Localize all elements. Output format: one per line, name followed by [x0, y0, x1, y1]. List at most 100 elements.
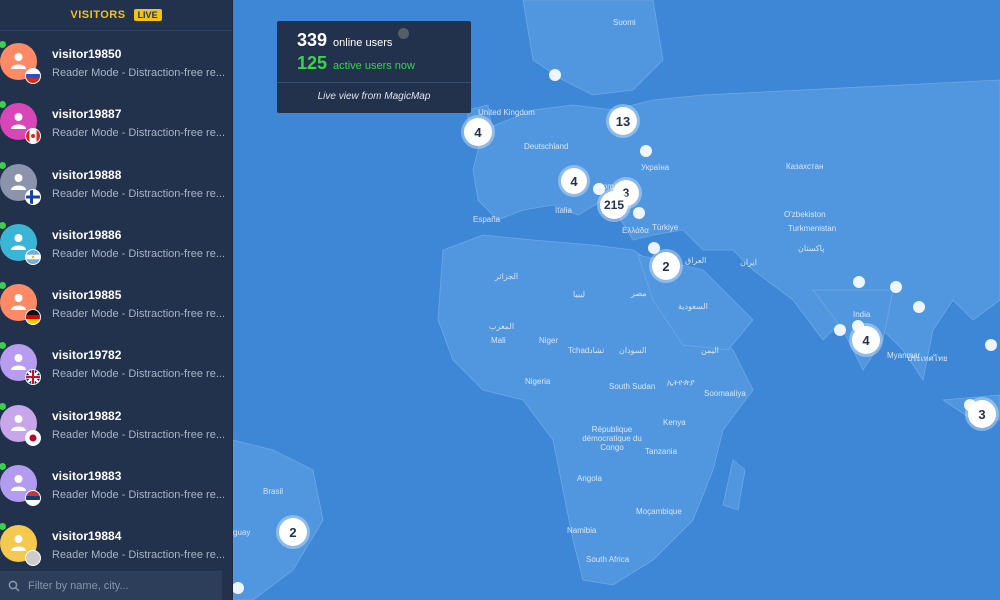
visitor-name: visitor19887	[52, 107, 122, 122]
visitor-dot-marker[interactable]	[593, 183, 605, 195]
visitor-list: visitor19850 Reader Mode - Distraction-fr…	[0, 31, 232, 574]
visitor-dot-marker[interactable]	[648, 242, 660, 254]
map-label: اليمن	[701, 346, 719, 355]
online-status-dot	[0, 161, 6, 169]
map-label: Namibia	[567, 526, 597, 535]
visitor-dot-marker[interactable]	[834, 324, 846, 336]
visitor-item[interactable]: visitor19887 Reader Mode - Distraction-fr…	[0, 91, 232, 151]
map-label: ประเทศไทย	[907, 354, 948, 363]
online-label: online users	[333, 37, 393, 49]
finland-flag-icon	[25, 188, 41, 205]
map-label: Angola	[577, 474, 602, 483]
stats-panel: 339 online users 125 active users now Li…	[277, 21, 471, 113]
active-users-row: 125 active users now	[297, 53, 415, 74]
visitor-item[interactable]: visitor19885 Reader Mode - Distraction-fr…	[0, 272, 232, 332]
visitor-item[interactable]: visitor19888 Reader Mode - Distraction-fr…	[0, 152, 232, 212]
map-label: Казахстан	[786, 162, 824, 171]
visitor-dot-marker[interactable]	[890, 281, 902, 293]
online-users-row: 339 online users	[297, 30, 392, 51]
serbia-flag-icon	[25, 490, 41, 507]
stats-footer: Live view from MagicMap	[317, 91, 431, 102]
russia-flag-icon	[25, 68, 41, 84]
map-label: Moçambique	[636, 507, 682, 516]
map-label: South Sudan	[609, 382, 656, 391]
visitor-name: visitor19882	[52, 408, 122, 423]
map-label: Tanzania	[645, 447, 678, 456]
visitor-dot-marker[interactable]	[852, 320, 864, 332]
map-label: South Africa	[586, 555, 630, 564]
map-label: Tchad	[568, 346, 590, 355]
visitor-dot-marker[interactable]	[913, 301, 925, 313]
filter-bar	[0, 571, 222, 600]
visitor-name: visitor19883	[52, 469, 122, 484]
visitor-page: Reader Mode - Distraction-free re...	[52, 308, 226, 321]
visitor-name: visitor19884	[52, 529, 122, 544]
visitor-name: visitor19782	[52, 348, 122, 363]
visitor-item[interactable]: visitor19884 Reader Mode - Distraction-fr…	[0, 513, 232, 573]
germany-flag-icon	[25, 309, 41, 326]
visitor-page: Reader Mode - Distraction-free re...	[52, 549, 226, 562]
map-label: المغرب	[489, 322, 515, 331]
map-label: Ελλάδα	[622, 226, 649, 235]
visitor-item[interactable]: visitor19883 Reader Mode - Distraction-fr…	[0, 453, 232, 513]
map-label: Soomaaliya	[704, 389, 746, 398]
map-toggle-dot[interactable]	[398, 28, 409, 39]
map-label: تشاد	[589, 346, 605, 355]
visitor-cluster-marker[interactable]: 4	[561, 168, 587, 194]
map-label: Türkiye	[652, 223, 679, 232]
visitor-item[interactable]: visitor19782 Reader Mode - Distraction-fr…	[0, 332, 232, 392]
visitor-cluster-marker[interactable]: 2	[279, 518, 307, 546]
map-label: Turkmenistan	[788, 224, 837, 233]
visitor-dot-marker[interactable]	[640, 145, 652, 157]
map-label: Україна	[641, 163, 670, 172]
online-status-dot	[0, 221, 6, 229]
sidebar-title: VISITORS	[70, 9, 126, 21]
map-label: République démocratique du Congo	[582, 425, 642, 452]
visitor-item[interactable]: visitor19850 Reader Mode - Distraction-fr…	[0, 31, 232, 91]
visitor-page: Reader Mode - Distraction-free re...	[52, 67, 226, 79]
map-label: پاکستان	[798, 244, 825, 253]
visitor-dot-marker[interactable]	[964, 399, 976, 411]
map-label: Italia	[555, 206, 572, 215]
visitor-dot-marker[interactable]	[853, 276, 865, 288]
map-label: الجزائر	[495, 272, 519, 281]
uk-flag-icon	[25, 369, 41, 386]
visitor-dot-marker[interactable]	[633, 207, 645, 219]
visitor-page: Reader Mode - Distraction-free re...	[52, 428, 226, 441]
visitor-cluster-marker[interactable]: 4	[464, 118, 492, 146]
visitor-item[interactable]: visitor19882 Reader Mode - Distraction-fr…	[0, 393, 232, 453]
japan-flag-icon	[25, 429, 41, 446]
visitor-page: Reader Mode - Distraction-free re...	[52, 247, 226, 260]
map-label: Brasil	[263, 487, 284, 496]
active-label: active users now	[333, 60, 415, 72]
visitor-item[interactable]: visitor19886 Reader Mode - Distraction-fr…	[0, 212, 232, 272]
map-label: United Kingdom	[478, 108, 535, 117]
active-count: 125	[297, 53, 328, 73]
visitor-dot-marker[interactable]	[549, 69, 561, 81]
visitor-name: visitor19886	[52, 227, 122, 242]
visitor-cluster-marker[interactable]: 2	[652, 252, 680, 280]
visitor-cluster-marker[interactable]: 215	[600, 191, 628, 219]
filter-input[interactable]	[26, 579, 210, 593]
visitor-dot-marker[interactable]	[985, 339, 997, 351]
stats-divider	[277, 82, 471, 83]
canada-flag-icon	[25, 128, 41, 145]
live-badge: LIVE	[133, 9, 162, 21]
visitor-name: visitor19850	[52, 47, 122, 61]
online-status-dot	[0, 402, 6, 410]
unknown-flag-icon	[25, 550, 41, 567]
map-label: السعودية	[678, 302, 708, 311]
map-label: ایران	[740, 258, 757, 267]
online-count: 339	[297, 30, 328, 50]
map-label: Deutschland	[524, 142, 569, 151]
visitor-cluster-marker[interactable]: 13	[609, 107, 637, 135]
visitors-sidebar: VISITORS LIVE visitor19850 Reader Mode - …	[0, 0, 233, 600]
map-label: Niger	[539, 336, 559, 345]
map-label: Mali	[491, 336, 506, 345]
map-label: Nigeria	[525, 377, 551, 386]
map-label: guay	[233, 528, 251, 537]
visitor-page: Reader Mode - Distraction-free re...	[52, 489, 226, 502]
map-label: ليبيا	[573, 290, 586, 299]
visitor-page: Reader Mode - Distraction-free re...	[52, 187, 226, 200]
map-label: مصر	[631, 289, 647, 298]
